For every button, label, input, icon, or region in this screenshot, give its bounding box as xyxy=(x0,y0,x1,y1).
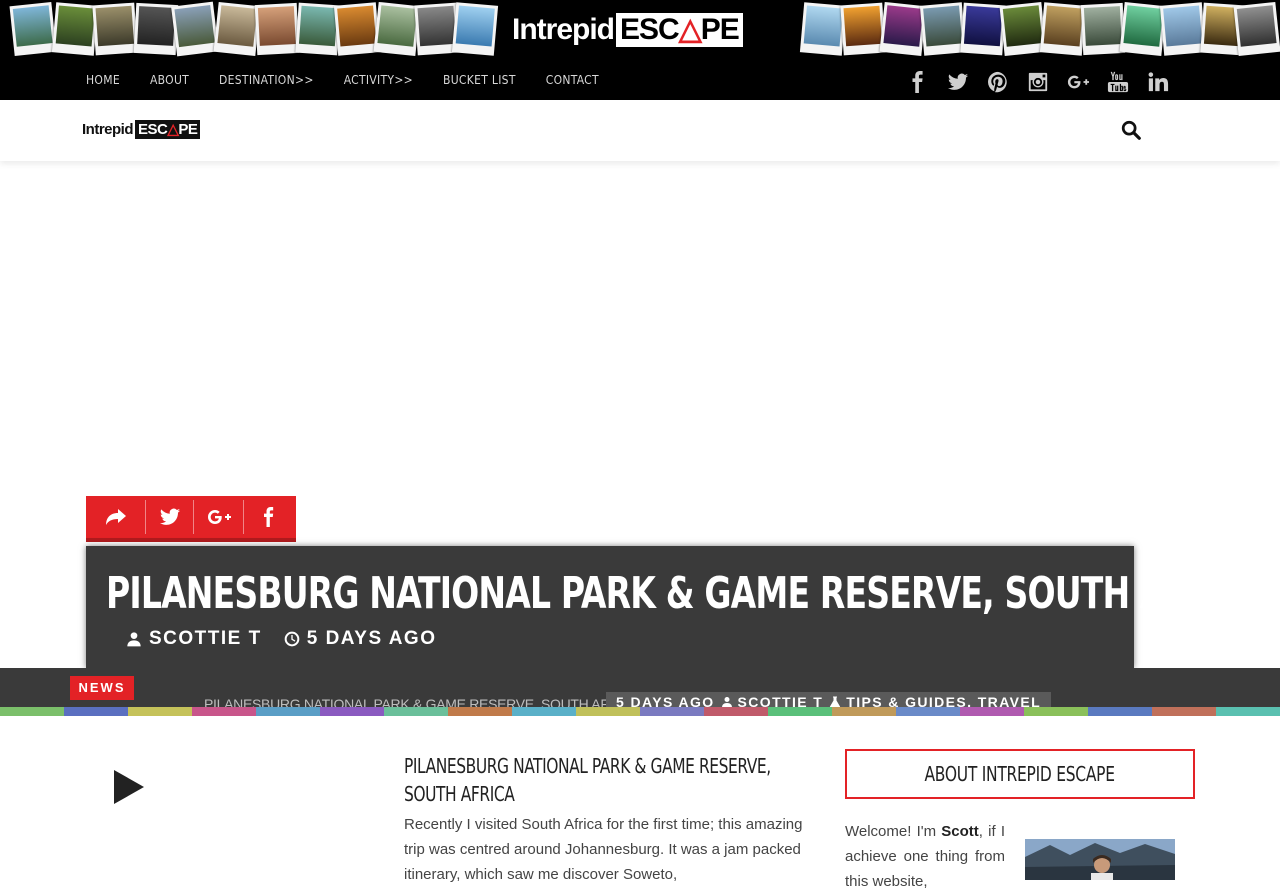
search-icon[interactable] xyxy=(1120,119,1144,143)
article-meta: SCOTTIE T 5 DAYS AGO xyxy=(126,628,458,650)
youtube-icon[interactable] xyxy=(1098,68,1138,96)
article-title: PILANESBURG NATIONAL PARK & GAME RESERVE… xyxy=(106,568,1272,619)
logo-text-escape: ESC△PE xyxy=(616,13,743,47)
photo-collage-left xyxy=(8,0,499,60)
post-excerpt: Recently I visited South Africa for the … xyxy=(404,816,803,883)
nav-destination[interactable]: DESTINATION>> xyxy=(219,70,314,90)
sticky-header: Intrepid ESC△PE xyxy=(0,100,1280,161)
photo-collage-right xyxy=(798,0,1280,60)
google-plus-icon[interactable] xyxy=(1058,68,1098,96)
article-author[interactable]: SCOTTIE T xyxy=(149,628,262,650)
play-icon[interactable] xyxy=(112,768,146,806)
linkedin-icon[interactable] xyxy=(1138,68,1178,96)
share-icon[interactable] xyxy=(86,500,146,534)
twitter-icon[interactable] xyxy=(938,68,978,96)
nav-home[interactable]: HOME xyxy=(86,70,120,90)
article-header: PILANESBURG NATIONAL PARK & GAME RESERVE… xyxy=(86,546,1272,668)
color-stripes xyxy=(0,707,1280,716)
nav-activity[interactable]: ACTIVITY>> xyxy=(344,70,413,90)
about-widget-title: ABOUT INTREPID ESCAPE xyxy=(845,749,1195,799)
share-twitter-icon[interactable] xyxy=(146,500,194,534)
author-photo xyxy=(1025,839,1175,880)
nav-about[interactable]: ABOUT xyxy=(150,70,189,90)
facebook-icon[interactable] xyxy=(898,68,938,96)
news-ticker: NEWS PILANESBURG NATIONAL PARK & GAME RE… xyxy=(0,668,1280,712)
user-icon xyxy=(127,632,141,647)
social-links xyxy=(898,68,1178,96)
main-nav: HOME ABOUT DESTINATION>> ACTIVITY>> BUCK… xyxy=(86,70,629,90)
about-text: Welcome! I'm Scott, if I achieve one thi… xyxy=(845,823,1005,890)
logo-text-intrepid: Intrepid xyxy=(512,13,615,46)
pinterest-icon[interactable] xyxy=(978,68,1018,96)
post-title[interactable]: PILANESBURG NATIONAL PARK & GAME RESERVE… xyxy=(404,752,808,808)
share-google-plus-icon[interactable] xyxy=(194,500,244,534)
news-badge: NEWS xyxy=(70,676,134,700)
nav-bucket-list[interactable]: BUCKET LIST xyxy=(443,70,516,90)
top-banner: Intrepid ESC△PE HOME ABOUT DESTINATION>>… xyxy=(0,0,1280,100)
clock-icon xyxy=(284,631,300,647)
article-date: 5 DAYS AGO xyxy=(306,628,437,649)
header-logo[interactable]: Intrepid ESC△PE xyxy=(82,119,201,139)
site-logo[interactable]: Intrepid ESC△PE xyxy=(512,10,743,50)
share-facebook-icon[interactable] xyxy=(244,500,294,534)
instagram-icon[interactable] xyxy=(1018,68,1058,96)
share-bar xyxy=(86,496,296,542)
nav-contact[interactable]: CONTACT xyxy=(546,70,599,90)
